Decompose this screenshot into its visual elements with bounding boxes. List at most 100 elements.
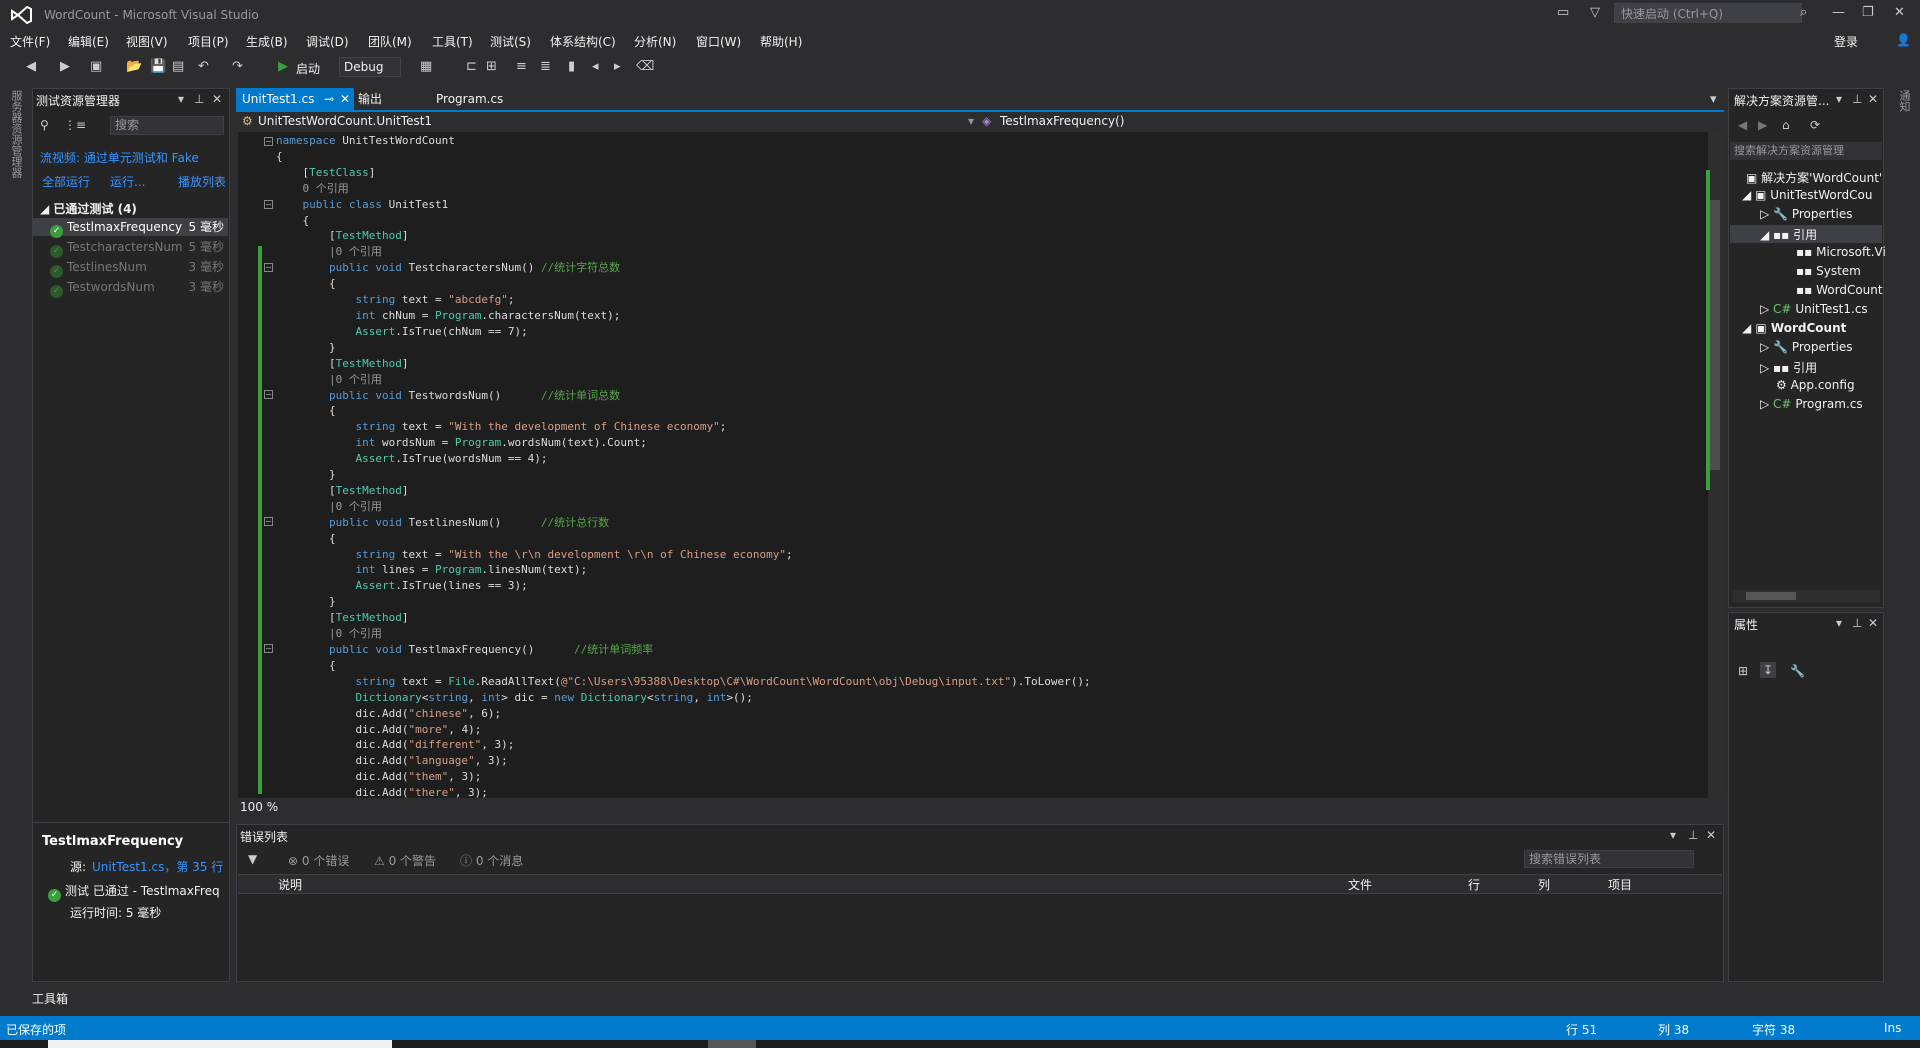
notifications-tab[interactable]: 通知	[1896, 90, 1912, 112]
close-panel-icon[interactable]: ✕	[1868, 92, 1878, 106]
code-line[interactable]: dic.Add("chinese", 6);	[276, 706, 1091, 722]
code-line[interactable]: public void TestwordsNum() //统计单词总数	[276, 388, 1091, 404]
code-line[interactable]: {	[276, 213, 1091, 229]
pin-icon[interactable]: ⊥	[194, 92, 204, 106]
test-item[interactable]: ✓ TestlmaxFrequency 5 毫秒	[50, 218, 228, 238]
back-icon[interactable]: ◀	[1738, 118, 1747, 132]
account-icon[interactable]: 👤	[1896, 33, 1911, 47]
code-line[interactable]: [TestMethod]	[276, 228, 1091, 244]
tree-file-unittest1[interactable]: ▷ C# UnitTest1.cs	[1760, 302, 1868, 316]
tab-unittest1[interactable]: UnitTest1.cs ⊸ ✕	[236, 88, 354, 110]
comment-icon[interactable]: ≡	[516, 59, 527, 74]
dropdown-icon[interactable]: ▾	[1836, 616, 1842, 630]
dropdown-icon[interactable]: ▾	[1670, 828, 1676, 842]
menu-build[interactable]: 生成(B)	[246, 33, 288, 50]
configuration-select[interactable]: Debug	[339, 57, 401, 77]
code-line[interactable]: string text = "With the development of C…	[276, 419, 1091, 435]
pin-icon[interactable]: ⊸	[324, 88, 334, 110]
bookmark-icon[interactable]: ▮	[568, 59, 575, 74]
code-line[interactable]: {	[276, 531, 1091, 547]
code-line[interactable]: }	[276, 340, 1091, 356]
menu-test[interactable]: 测试(S)	[490, 33, 531, 50]
save-icon[interactable]: 💾	[150, 59, 166, 74]
start-button[interactable]: 启动	[296, 60, 320, 77]
menu-project[interactable]: 项目(P)	[188, 33, 229, 50]
close-panel-icon[interactable]: ✕	[1868, 616, 1878, 630]
run-all-link[interactable]: 全部运行	[42, 173, 90, 190]
code-line[interactable]: [TestMethod]	[276, 483, 1091, 499]
code-line[interactable]: int wordsNum = Program.wordsNum(text).Co…	[276, 435, 1091, 451]
code-line[interactable]: }	[276, 467, 1091, 483]
scrollbar-thumb[interactable]	[1746, 592, 1796, 600]
test-search-input[interactable]: 搜索	[110, 116, 224, 135]
start-icon[interactable]: ▶	[278, 59, 288, 74]
login-link[interactable]: 登录	[1834, 33, 1858, 50]
sync-icon[interactable]: ⟳	[1810, 118, 1820, 132]
code-line[interactable]: public void TestlinesNum() //统计总行数	[276, 515, 1091, 531]
pin-icon[interactable]: ⊥	[1688, 828, 1698, 842]
code-line[interactable]: Assert.IsTrue(wordsNum == 4);	[276, 451, 1091, 467]
code-line[interactable]: |0 个引用	[276, 626, 1091, 642]
home-icon[interactable]: ⌂	[1782, 118, 1790, 132]
scrollbar-thumb[interactable]	[1710, 200, 1720, 470]
code-line[interactable]: dic.Add("language", 3);	[276, 753, 1091, 769]
forward-icon[interactable]: ▶	[1758, 118, 1767, 132]
dropdown-icon[interactable]: ▾	[178, 92, 184, 106]
test-item[interactable]: ✓ TestwordsNum 3 毫秒	[50, 278, 228, 298]
collapse-icon[interactable]: −	[264, 137, 273, 146]
zoom-level[interactable]: 100 %	[240, 800, 278, 814]
menu-architecture[interactable]: 体系结构(C)	[550, 33, 616, 50]
collapse-icon[interactable]: −	[264, 200, 273, 209]
solution-search-input[interactable]: 搜索解决方案资源管理	[1730, 142, 1882, 160]
undo-icon[interactable]: ↶	[198, 59, 209, 74]
tab-output[interactable]: 输出	[358, 88, 382, 110]
code-line[interactable]: string text = File.ReadAllText(@"C:\User…	[276, 674, 1090, 690]
code-line[interactable]: Dictionary<string, int> dic = new Dictio…	[276, 690, 1091, 706]
code-line[interactable]: [TestMethod]	[276, 356, 1091, 372]
code-line[interactable]: public void TestcharactersNum() //统计字符总数	[276, 260, 1091, 276]
code-line[interactable]: {	[276, 658, 1091, 674]
code-line[interactable]: |0 个引用	[276, 499, 1091, 515]
close-tab-icon[interactable]: ✕	[340, 88, 350, 110]
menu-analyze[interactable]: 分析(N)	[634, 33, 676, 50]
code-line[interactable]: int chNum = Program.charactersNum(text);	[276, 308, 1091, 324]
step-icon[interactable]: ⊏	[466, 59, 477, 74]
filter-icon[interactable]: ⚲	[40, 118, 49, 132]
pin-icon[interactable]: ⊥	[1852, 616, 1862, 630]
code-line[interactable]: {	[276, 276, 1091, 292]
tree-properties[interactable]: ▷ 🔧 Properties	[1760, 207, 1852, 221]
back-icon[interactable]: ◀	[26, 59, 36, 74]
menu-help[interactable]: 帮助(H)	[760, 33, 802, 50]
forward-icon[interactable]: ▶	[60, 59, 70, 74]
categorized-icon[interactable]: ⊞	[1738, 664, 1748, 678]
code-line[interactable]: namespace UnitTestWordCount	[276, 133, 1091, 149]
column-description[interactable]: 说明	[278, 876, 302, 893]
tree-properties[interactable]: ▷ 🔧 Properties	[1760, 340, 1852, 354]
close-panel-icon[interactable]: ✕	[1706, 828, 1716, 842]
chevron-down-icon[interactable]: ▾	[968, 114, 974, 128]
filter-icon[interactable]: ▼	[248, 852, 257, 866]
alphabetical-icon[interactable]: ↧	[1760, 662, 1777, 678]
code-line[interactable]: Assert.IsTrue(chNum == 7);	[276, 324, 1091, 340]
code-line[interactable]: int lines = Program.linesNum(text);	[276, 562, 1091, 578]
menu-file[interactable]: 文件(F)	[10, 33, 50, 50]
code-line[interactable]: |0 个引用	[276, 244, 1091, 260]
uncomment-icon[interactable]: ≣	[540, 59, 551, 74]
taskbar-item[interactable]	[48, 1040, 392, 1048]
taskbar-item[interactable]	[708, 1040, 756, 1048]
menu-window[interactable]: 窗口(W)	[696, 33, 741, 50]
code-line[interactable]: [TestMethod]	[276, 610, 1091, 626]
toolbox-tab[interactable]: 工具箱	[32, 990, 68, 1007]
tree-references[interactable]: ◢ ▪▪ 引用	[1760, 226, 1817, 243]
code-line[interactable]: {	[276, 403, 1091, 419]
attach-icon[interactable]: ▦	[420, 59, 432, 74]
playlist-link[interactable]: 播放列表	[178, 173, 226, 190]
collapse-icon[interactable]: −	[264, 390, 273, 399]
type-dropdown[interactable]: UnitTestWordCount.UnitTest1	[258, 114, 432, 128]
open-file-icon[interactable]: 📂	[126, 59, 142, 74]
member-dropdown[interactable]: TestlmaxFrequency()	[1000, 114, 1124, 128]
code-line[interactable]: dic.Add("more", 4);	[276, 722, 1091, 738]
code-line[interactable]: {	[276, 149, 1091, 165]
menu-edit[interactable]: 编辑(E)	[68, 33, 109, 50]
tree-project-wordcount[interactable]: ◢ ▣ WordCount	[1742, 321, 1846, 335]
